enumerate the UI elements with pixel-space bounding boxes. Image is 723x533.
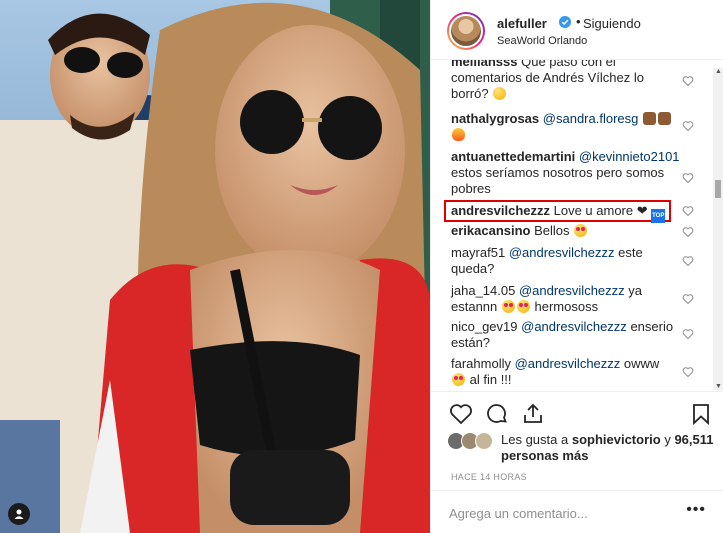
- comment-text: Bellos: [534, 223, 570, 238]
- comment-mention[interactable]: @kevinnieto2101: [579, 149, 680, 164]
- more-options-icon[interactable]: •••: [686, 501, 706, 519]
- comment-like-heart-icon[interactable]: [682, 120, 694, 132]
- comment-mention[interactable]: @andresvilchezzz: [521, 319, 627, 334]
- likes-prefix: Les gusta a: [501, 432, 569, 447]
- comment-item: nico_gev19 @andresvilchezzz enserio está…: [451, 319, 681, 351]
- fire-emoji-icon: [452, 128, 465, 141]
- comment-username[interactable]: nathalygrosas: [451, 111, 539, 126]
- comment-username[interactable]: nico_gev19: [451, 319, 518, 334]
- comment-text-continued: hermososs: [534, 299, 599, 314]
- comment-mention[interactable]: @sandra.floresg: [543, 111, 639, 126]
- liker-avatar[interactable]: [475, 432, 493, 450]
- comment-like-heart-icon[interactable]: [682, 293, 694, 305]
- comment-like-heart-icon[interactable]: [682, 172, 694, 184]
- comment-item: erikacansino Bellos: [451, 223, 681, 239]
- bookmark-icon[interactable]: [689, 402, 713, 426]
- heart-eyes-emoji-icon: [452, 373, 465, 386]
- comment-item-highlighted: andresvilchezzz Love u amore ❤ TOP: [451, 203, 681, 223]
- comment-like-heart-icon[interactable]: [682, 75, 694, 87]
- comment-item: jaha_14.05 @andresvilchezzz ya estannn h…: [451, 283, 681, 315]
- separator-dot: •: [576, 14, 581, 29]
- comment-like-heart-icon[interactable]: [682, 226, 694, 238]
- comment-username[interactable]: farahmolly: [451, 356, 511, 371]
- post-location[interactable]: SeaWorld Orlando: [497, 35, 587, 47]
- comment-username[interactable]: antuanettedemartini: [451, 149, 575, 164]
- heart-eyes-emoji-icon: [501, 300, 515, 313]
- comment-like-heart-icon[interactable]: [682, 205, 694, 217]
- scroll-up-arrow-icon[interactable]: ▲: [715, 68, 722, 75]
- comment-mention[interactable]: @andresvilchezzz: [519, 283, 625, 298]
- comment-username[interactable]: mayraf51: [451, 245, 505, 260]
- author-avatar[interactable]: [447, 12, 485, 50]
- post-header: alefuller • Siguiendo SeaWorld Orlando: [431, 0, 723, 60]
- author-username[interactable]: alefuller: [497, 16, 547, 31]
- comment-item: nathalygrosas @sandra.floresg: [451, 111, 681, 143]
- comment-username[interactable]: jaha_14.05: [451, 283, 515, 298]
- likes-summary: Les gusta a sophievictorio y 96,511 pers…: [447, 430, 717, 466]
- add-comment-bar: •••: [431, 490, 723, 533]
- likes-connector: y: [664, 432, 671, 447]
- action-bar: [431, 391, 723, 433]
- comment-item: mayraf51 @andresvilchezzz este queda?: [451, 245, 681, 277]
- like-heart-icon[interactable]: [449, 402, 473, 426]
- comment-username[interactable]: andresvilchezzz: [451, 203, 550, 218]
- comments-list[interactable]: melliansss Qué pasó con el comentarios d…: [431, 60, 723, 390]
- comment-text-continued: al fin !!!: [469, 372, 512, 387]
- likes-text: Les gusta a sophievictorio y 96,511 pers…: [501, 432, 716, 464]
- comment-icon[interactable]: [485, 402, 509, 426]
- comment-mention[interactable]: @andresvilchezzz: [509, 245, 615, 260]
- comment-mention[interactable]: @andresvilchezzz: [515, 356, 621, 371]
- liker-avatars: [447, 432, 499, 450]
- tagged-users-button[interactable]: [8, 503, 30, 525]
- scroll-down-arrow-icon[interactable]: ▼: [715, 383, 722, 390]
- comment-like-heart-icon[interactable]: [682, 255, 694, 267]
- comment-text: estos seríamos nosotros pero somos pobre…: [451, 165, 665, 196]
- hands-emoji-icon: [642, 112, 656, 125]
- post-timestamp[interactable]: HACE 14 HORAS: [451, 472, 527, 482]
- comments-scrollbar[interactable]: ▲ ▼: [713, 68, 723, 390]
- likes-user[interactable]: sophievictorio: [572, 432, 661, 447]
- comment-item: melliansss Qué pasó con el comentarios d…: [451, 60, 681, 102]
- comment-username[interactable]: melliansss: [451, 60, 518, 69]
- share-icon[interactable]: [521, 402, 545, 426]
- comment-like-heart-icon[interactable]: [682, 366, 694, 378]
- post-side-panel: alefuller • Siguiendo SeaWorld Orlando m…: [430, 0, 723, 533]
- person-icon: [14, 509, 24, 519]
- heart-eyes-emoji-icon: [574, 224, 588, 237]
- comment-input[interactable]: [449, 506, 669, 521]
- scrollbar-thumb[interactable]: [715, 180, 721, 198]
- verified-badge-icon: [559, 16, 571, 28]
- hands-emoji-icon: [657, 112, 671, 125]
- comment-item: antuanettedemartini @kevinnieto2101 esto…: [451, 149, 681, 197]
- photo-illustration: [0, 0, 430, 533]
- astonished-emoji-icon: [493, 87, 507, 100]
- comment-item: farahmolly @andresvilchezzz owww al fin …: [451, 356, 681, 388]
- top-badge: TOP: [651, 209, 666, 223]
- post-photo[interactable]: [0, 0, 430, 533]
- comment-text: owww: [623, 356, 660, 371]
- heart-eyes-emoji-icon: [516, 300, 530, 313]
- following-button[interactable]: Siguiendo: [583, 16, 641, 31]
- comment-like-heart-icon[interactable]: [682, 328, 694, 340]
- comment-username[interactable]: erikacansino: [451, 223, 531, 238]
- comment-text: Love u amore ❤: [553, 203, 648, 218]
